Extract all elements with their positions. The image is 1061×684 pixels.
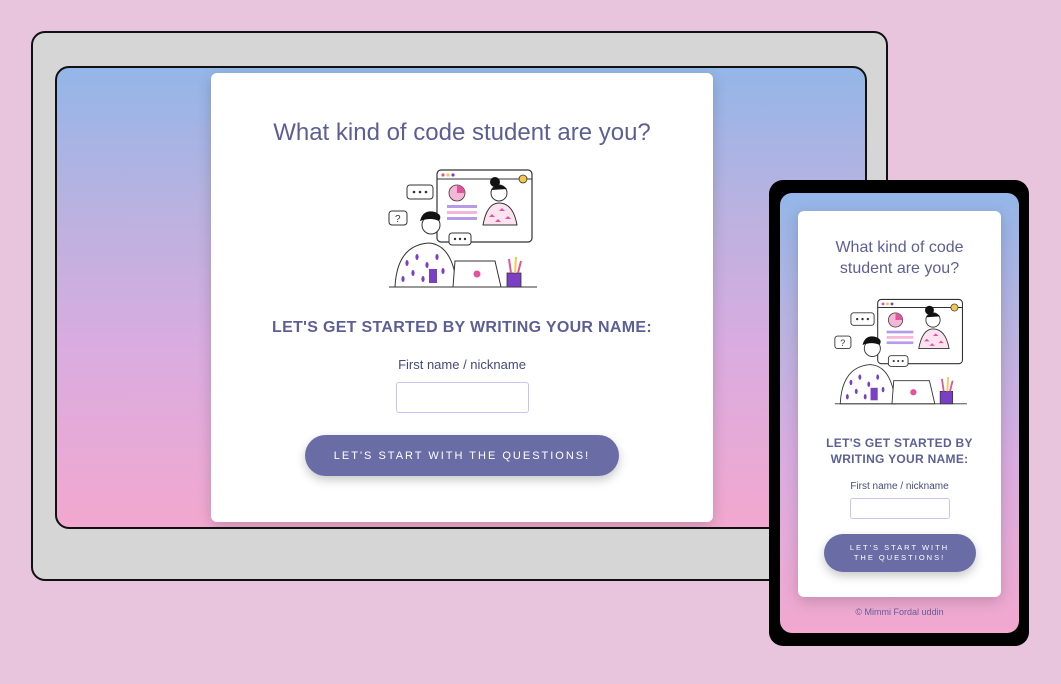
name-input-mobile[interactable] [849, 498, 950, 519]
people-video-call-illustration-icon: ? [833, 298, 967, 405]
desktop-mockup-frame: What kind of code student are you? ? LET… [31, 31, 888, 581]
people-video-call-illustration-icon: ? [388, 169, 537, 288]
name-field-label-mobile: First name / nickname [850, 481, 949, 492]
mobile-screen: What kind of code student are you? ? LET… [780, 193, 1019, 633]
svg-text:?: ? [395, 214, 401, 225]
page-title-mobile: What kind of code student are you? [835, 239, 964, 277]
name-prompt-heading: LET'S GET STARTED BY WRITING YOUR NAME: [272, 319, 652, 336]
quiz-card-mobile: What kind of code student are you? ? LET… [798, 211, 1001, 597]
name-prompt-heading-mobile: LET'S GET STARTED BY WRITING YOUR NAME: [826, 436, 973, 466]
start-questions-button-mobile[interactable]: LET'S START WITH THE QUESTIONS! [823, 534, 976, 572]
svg-text:?: ? [840, 338, 845, 348]
page-title: What kind of code student are you? [273, 119, 651, 146]
start-questions-button[interactable]: LET'S START WITH THE QUESTIONS! [305, 435, 619, 476]
mobile-mockup-frame: What kind of code student are you? ? LET… [769, 180, 1029, 646]
quiz-card: What kind of code student are you? ? LET… [211, 73, 713, 522]
name-input[interactable] [395, 382, 529, 413]
name-field-label: First name / nickname [398, 357, 526, 372]
desktop-screen: What kind of code student are you? ? LET… [55, 66, 867, 529]
copyright-text: © Mimmi Fordal uddin [855, 607, 944, 617]
